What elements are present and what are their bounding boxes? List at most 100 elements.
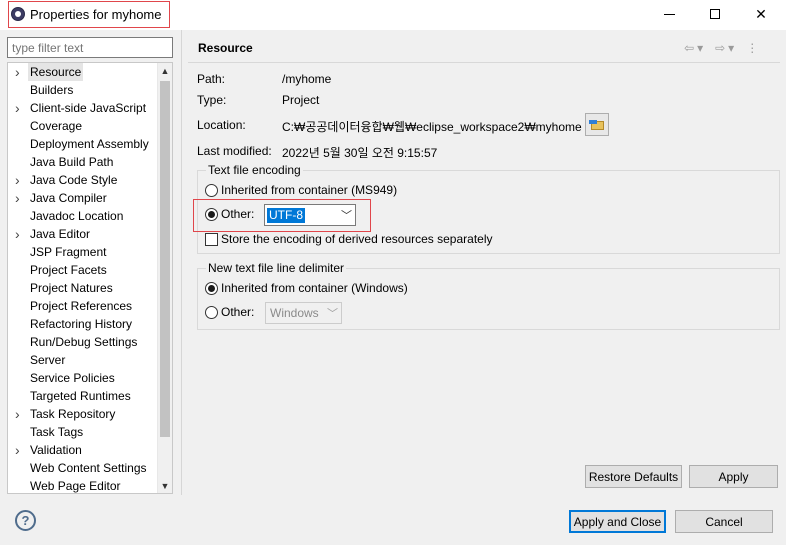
delimiter-inherited-label[interactable]: Inherited from container (Windows) xyxy=(221,281,408,295)
tree-item-label: Service Policies xyxy=(30,371,115,385)
delimiter-other-radio[interactable] xyxy=(205,306,218,319)
close-button[interactable]: ✕ xyxy=(746,3,776,25)
encoding-inherited-radio[interactable] xyxy=(205,184,218,197)
chevron-right-icon[interactable]: › xyxy=(15,171,25,189)
minimize-icon xyxy=(663,13,675,15)
tree-item[interactable]: Project Facets xyxy=(8,261,158,279)
tree-item-label: Project References xyxy=(30,299,133,313)
cancel-button[interactable]: Cancel xyxy=(675,510,773,533)
filter-input[interactable] xyxy=(7,37,173,58)
tree-item[interactable]: › Java Editor xyxy=(8,225,158,243)
tree-item[interactable]: › Java Code Style xyxy=(8,171,158,189)
last-modified-value: 2022년 5월 30일 오전 9:15:57 xyxy=(282,146,438,160)
tree-item[interactable]: Task Tags xyxy=(8,423,158,441)
tree-item[interactable]: › Task Repository xyxy=(8,405,158,423)
tree-item[interactable]: Refactoring History xyxy=(8,315,158,333)
apply-and-close-button[interactable]: Apply and Close xyxy=(569,510,666,533)
location-value: C:₩공공데이터융합₩웹₩eclipse_workspace2₩myhome xyxy=(282,120,582,134)
forward-arrow-icon[interactable]: ⇨ xyxy=(715,41,725,55)
tree-item-label: Builders xyxy=(30,83,74,97)
tree-item[interactable]: Java Build Path xyxy=(8,153,158,171)
line-delimiter-group-title: New text file line delimiter xyxy=(206,261,347,275)
tree-item-label: Task Tags xyxy=(30,425,84,439)
show-in-explorer-button[interactable] xyxy=(585,113,609,136)
tree-item[interactable]: Service Policies xyxy=(8,369,158,387)
tree-item-label: Client-side JavaScript xyxy=(30,101,147,115)
minimize-button[interactable] xyxy=(654,3,684,25)
tree-item[interactable]: Deployment Assembly xyxy=(8,135,158,153)
title-bar: Properties for myhome ✕ xyxy=(0,0,786,30)
back-menu-icon[interactable]: ▾ xyxy=(697,41,703,55)
tree-item-label: Java Editor xyxy=(30,227,91,241)
tree-item[interactable]: Web Content Settings xyxy=(8,459,158,477)
last-modified-label: Last modified: xyxy=(197,144,272,158)
type-label: Type: xyxy=(197,93,227,107)
store-encoding-label[interactable]: Store the encoding of derived resources … xyxy=(221,232,493,246)
tree-item-label: Coverage xyxy=(30,119,83,133)
maximize-icon xyxy=(710,9,720,19)
tree-item[interactable]: › Client-side JavaScript xyxy=(8,99,158,117)
tree-item[interactable]: › Validation xyxy=(8,441,158,459)
delimiter-other-label[interactable]: Other: xyxy=(221,305,254,319)
more-options-icon[interactable]: ⋮ xyxy=(746,41,758,55)
chevron-down-icon: ﹀ xyxy=(327,308,338,320)
path-label: Path: xyxy=(197,72,226,86)
tree-item[interactable]: Coverage xyxy=(8,117,158,135)
tree-item[interactable]: Javadoc Location xyxy=(8,207,158,225)
forward-menu-icon[interactable]: ▾ xyxy=(728,41,734,55)
store-encoding-checkbox[interactable] xyxy=(205,233,218,246)
back-arrow-icon[interactable]: ⇦ xyxy=(684,41,694,55)
tree-item-label: Web Content Settings xyxy=(30,461,147,475)
tree-item-label: Refactoring History xyxy=(30,317,133,331)
delimiter-inherited-radio[interactable] xyxy=(205,282,218,295)
chevron-right-icon[interactable]: › xyxy=(15,189,25,207)
location-label: Location: xyxy=(197,118,246,132)
tree-item[interactable]: › Java Compiler xyxy=(8,189,158,207)
tree-item-label: Server xyxy=(30,353,66,367)
tree-item[interactable]: Server xyxy=(8,351,158,369)
tree-scrollbar[interactable]: ▲ ▼ xyxy=(157,63,172,493)
tree-item-label: Deployment Assembly xyxy=(30,137,149,151)
tree-item-label: JSP Fragment xyxy=(30,245,107,259)
restore-defaults-button[interactable]: Restore Defaults xyxy=(585,465,682,488)
tree-item[interactable]: Builders xyxy=(8,81,158,99)
tree-item[interactable]: Run/Debug Settings xyxy=(8,333,158,351)
tree-item-label: Project Natures xyxy=(30,281,113,295)
tree-item-label: Web Page Editor xyxy=(30,479,121,493)
scroll-up-icon[interactable]: ▲ xyxy=(158,63,172,78)
arrow-icon xyxy=(589,120,597,124)
chevron-right-icon[interactable]: › xyxy=(15,225,25,243)
close-icon: ✕ xyxy=(755,5,767,22)
scroll-thumb[interactable] xyxy=(160,81,170,437)
tree-item-label: Resource xyxy=(28,63,84,81)
tree-item[interactable]: › Resource xyxy=(8,63,158,81)
delimiter-select: Windows ﹀ xyxy=(265,302,342,324)
chevron-right-icon[interactable]: › xyxy=(15,441,25,459)
tree-item-label: Java Code Style xyxy=(30,173,118,187)
tree-item-label: Validation xyxy=(30,443,82,457)
tree-item-label: Javadoc Location xyxy=(30,209,124,223)
header-separator xyxy=(188,62,780,63)
apply-button[interactable]: Apply xyxy=(689,465,778,488)
title-highlight-box xyxy=(8,1,170,28)
tree-item[interactable]: Project Natures xyxy=(8,279,158,297)
other-highlight-box xyxy=(193,199,371,232)
tree-item-label: Java Compiler xyxy=(30,191,107,205)
tree-item-label: Targeted Runtimes xyxy=(30,389,131,403)
tree-item[interactable]: Web Page Editor xyxy=(8,477,158,493)
tree-item-label: Run/Debug Settings xyxy=(30,335,138,349)
help-icon[interactable]: ? xyxy=(15,510,36,531)
tree-item[interactable]: Project References xyxy=(8,297,158,315)
chevron-right-icon[interactable]: › xyxy=(15,63,25,81)
chevron-right-icon[interactable]: › xyxy=(15,99,25,117)
panel-sash[interactable] xyxy=(181,30,182,495)
maximize-button[interactable] xyxy=(700,3,730,25)
tree-item-label: Task Repository xyxy=(30,407,116,421)
tree-item-label: Java Build Path xyxy=(30,155,114,169)
scroll-down-icon[interactable]: ▼ xyxy=(158,478,172,493)
tree-item[interactable]: Targeted Runtimes xyxy=(8,387,158,405)
chevron-right-icon[interactable]: › xyxy=(15,405,25,423)
tree-item[interactable]: JSP Fragment xyxy=(8,243,158,261)
text-encoding-group-title: Text file encoding xyxy=(206,163,303,177)
encoding-inherited-label[interactable]: Inherited from container (MS949) xyxy=(221,183,397,197)
